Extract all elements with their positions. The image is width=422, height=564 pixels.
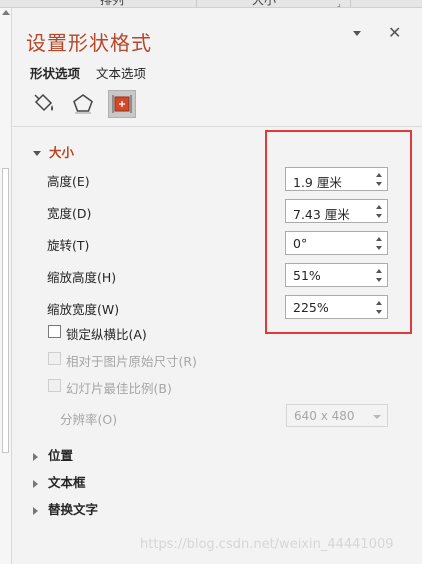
section-alt-text-title: 替换文字	[48, 502, 99, 517]
chevron-down-icon	[33, 151, 41, 156]
format-shape-pane: 设置形状格式 ✕ 形状选项 文本选项 大小 高度(E) 1.9 厘米 宽度(D)…	[13, 8, 422, 564]
tab-text-options[interactable]: 文本选项	[96, 63, 146, 82]
size-properties-icon[interactable]	[108, 90, 136, 118]
pane-options-chevron-icon[interactable]	[353, 31, 361, 36]
divider	[196, 0, 197, 7]
pane-title: 设置形状格式	[26, 31, 152, 55]
rotation-label: 旋转(T)	[47, 238, 90, 253]
scroll-thumb[interactable]	[2, 168, 9, 453]
chevron-right-icon	[33, 506, 38, 515]
resolution-value: 640 x 480	[294, 409, 355, 423]
section-size-header[interactable]: 大小	[33, 142, 74, 161]
divider	[13, 126, 422, 127]
watermark-text: https://blog.csdn.net/weixin_44441009	[140, 537, 394, 552]
dialog-launcher-icon[interactable]: ⌟	[337, 0, 341, 7]
scale-height-label: 缩放高度(H)	[47, 270, 117, 285]
section-size-title: 大小	[49, 145, 75, 160]
section-position-title: 位置	[48, 448, 74, 463]
ribbon-size-label: 大小	[252, 0, 277, 7]
ribbon-arrange-label: 排列	[100, 0, 125, 7]
close-icon[interactable]: ✕	[388, 23, 401, 42]
effects-pentagon-icon[interactable]	[69, 90, 97, 118]
highlight-box	[265, 130, 412, 334]
ribbon-strip: 排列 大小 ⌟	[0, 0, 422, 8]
scroll-up-icon[interactable]	[2, 10, 10, 15]
chevron-right-icon	[33, 479, 38, 488]
section-textbox-header[interactable]: 文本框	[33, 472, 86, 491]
section-position-header[interactable]: 位置	[33, 445, 73, 464]
relative-original-size-label: 相对于图片原始尺寸(R)	[66, 354, 197, 369]
height-label: 高度(E)	[47, 174, 90, 189]
best-scale-checkbox	[48, 379, 61, 392]
chevron-down-icon	[373, 415, 381, 419]
width-label: 宽度(D)	[47, 206, 92, 221]
lock-aspect-checkbox[interactable]	[48, 325, 61, 338]
left-scrollbar[interactable]	[0, 8, 12, 564]
lock-aspect-label[interactable]: 锁定纵横比(A)	[66, 324, 147, 343]
tab-shape-options[interactable]: 形状选项	[30, 63, 80, 82]
best-scale-label: 幻灯片最佳比例(B)	[66, 381, 172, 396]
divider	[350, 0, 351, 7]
section-textbox-title: 文本框	[48, 475, 86, 490]
fill-line-icon[interactable]	[30, 90, 58, 118]
chevron-right-icon	[33, 452, 38, 461]
resolution-label: 分辨率(O)	[60, 412, 118, 427]
resolution-select: 640 x 480	[286, 404, 388, 427]
relative-original-size-checkbox	[48, 352, 61, 365]
scale-width-label: 缩放宽度(W)	[47, 302, 120, 317]
section-alt-text-header[interactable]: 替换文字	[33, 499, 98, 518]
